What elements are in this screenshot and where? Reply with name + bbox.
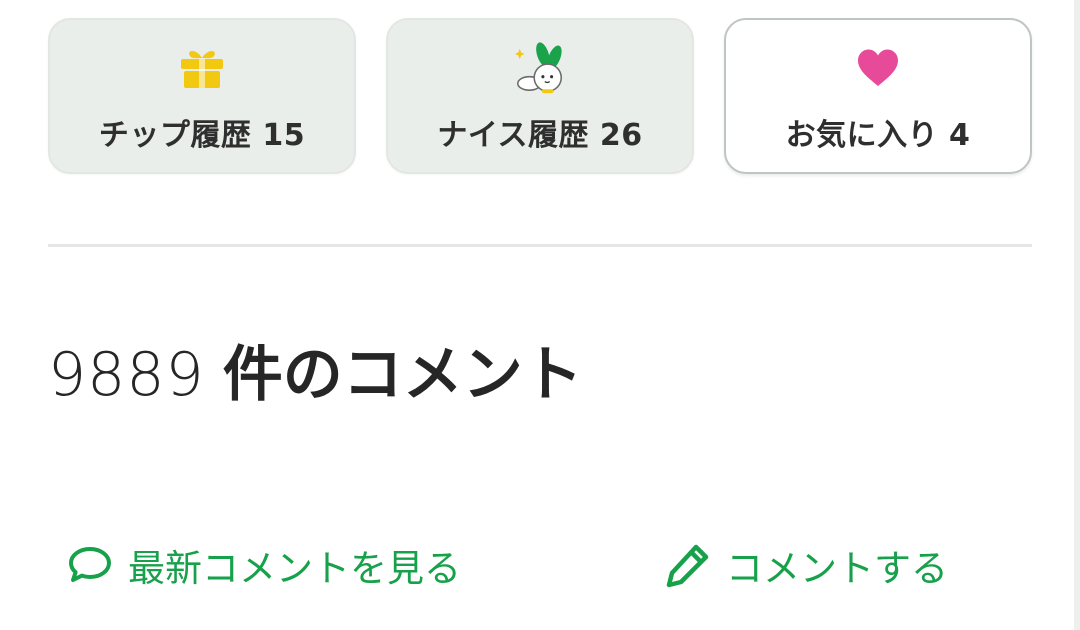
nice-history-button[interactable]: ナイス履歴 26: [386, 18, 694, 174]
section-divider: [48, 244, 1032, 247]
nice-history-label: ナイス履歴 26: [437, 118, 643, 153]
tip-history-label: チップ履歴 15: [98, 118, 306, 153]
pencil-icon: [664, 541, 712, 589]
view-latest-comments-link[interactable]: 最新コメントを見る: [66, 530, 461, 600]
gift-icon: [174, 40, 230, 96]
post-comment-link[interactable]: コメントする: [664, 530, 948, 600]
favorites-button[interactable]: お気に入り 4: [724, 18, 1032, 174]
comment-count-suffix: 件のコメント: [222, 340, 583, 410]
page-edge: [1074, 0, 1080, 630]
comment-actions: 最新コメントを見る コメントする: [66, 530, 1016, 600]
history-cards: チップ履歴 15 ナイス履歴 26 お気に入り 4: [48, 18, 1032, 174]
comment-count-heading: 9889 件のコメント: [48, 326, 583, 413]
comment-count-number: 9889: [48, 340, 205, 410]
rabbit-mascot-icon: [512, 40, 568, 96]
view-latest-comments-label: 最新コメントを見る: [128, 547, 461, 590]
tip-history-button[interactable]: チップ履歴 15: [48, 18, 356, 174]
heart-icon: [850, 40, 906, 96]
favorites-label: お気に入り 4: [785, 118, 971, 153]
speech-bubble-icon: [66, 541, 114, 589]
post-comment-label: コメントする: [726, 547, 948, 590]
